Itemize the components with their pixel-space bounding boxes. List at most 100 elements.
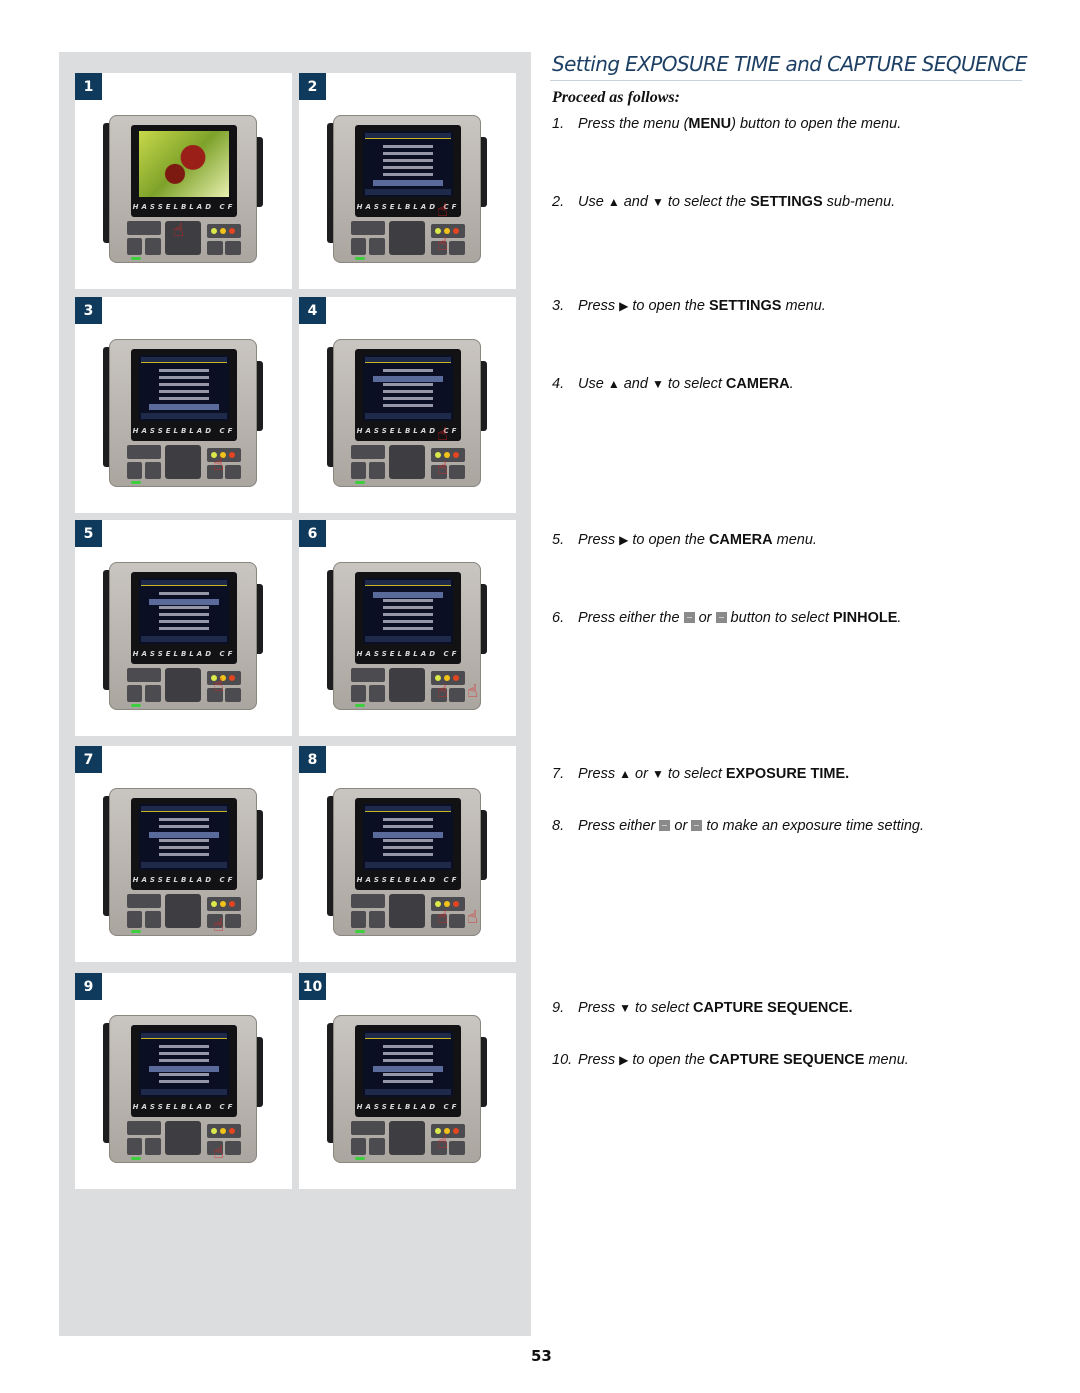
lcd-footer-bar bbox=[365, 1089, 451, 1095]
lcd-menu-row bbox=[159, 1073, 209, 1076]
emphasized-term: CAPTURE SEQUENCE. bbox=[693, 1000, 853, 1016]
emphasized-term: EXPOSURE TIME. bbox=[725, 766, 850, 782]
lcd-header-bar bbox=[365, 133, 451, 139]
device-body: HASSELBLAD CF bbox=[333, 562, 481, 710]
lcd-frame: HASSELBLAD CF bbox=[131, 349, 237, 441]
instruction-step: 4. Use ▲ and ▼ to select CAMERA. bbox=[552, 376, 794, 392]
lcd-header-bar bbox=[365, 357, 451, 363]
step-text: Use bbox=[578, 194, 608, 210]
device-body: HASSELBLAD CF bbox=[109, 788, 257, 936]
instruction-step: 5. Press ▶ to open the CAMERA menu. bbox=[552, 532, 817, 548]
arrow-down-icon: ▼ bbox=[651, 195, 664, 209]
led-green-icon bbox=[211, 1128, 217, 1134]
status-leds bbox=[207, 897, 241, 911]
step-text: to open the bbox=[628, 1052, 709, 1068]
power-indicator bbox=[131, 1157, 141, 1160]
instruction-step: 8. Press either or to make an exposure ti… bbox=[552, 818, 924, 834]
lcd-menu-row bbox=[159, 846, 209, 849]
lcd-frame: HASSELBLAD CF bbox=[131, 125, 237, 217]
lcd-menu-row bbox=[383, 397, 433, 400]
pointing-hand-icon: ☝ bbox=[213, 675, 224, 696]
lcd-menu-row bbox=[159, 1052, 209, 1055]
lcd-menu-row bbox=[373, 376, 443, 382]
navigation-pad bbox=[389, 894, 425, 928]
pointing-hand-icon: ☝ bbox=[437, 1132, 448, 1153]
step-number: 8. bbox=[552, 818, 565, 834]
lcd-menu-row bbox=[383, 404, 433, 407]
step-number: 10. bbox=[552, 1052, 573, 1068]
menu-button bbox=[127, 221, 161, 235]
lcd-frame: HASSELBLAD CF bbox=[355, 798, 461, 890]
step-text: or bbox=[694, 610, 716, 626]
plus-button bbox=[225, 241, 241, 255]
lcd-menu-row bbox=[383, 159, 433, 162]
device-body: HASSELBLAD CF bbox=[109, 339, 257, 487]
minus-button bbox=[207, 241, 223, 255]
step-number-badge: 5 bbox=[75, 520, 102, 547]
menu-button bbox=[127, 445, 161, 459]
info-button bbox=[127, 911, 142, 928]
camera-back-device: HASSELBLAD CF ☝ bbox=[103, 560, 263, 712]
status-leds bbox=[207, 1124, 241, 1138]
lcd-menu-row bbox=[159, 592, 209, 595]
camera-back-device: HASSELBLAD CF ☝ bbox=[103, 113, 263, 265]
lcd-footer-bar bbox=[141, 862, 227, 868]
lcd-header-bar bbox=[365, 806, 451, 812]
step-text: menu. bbox=[772, 532, 817, 548]
info-button bbox=[127, 1138, 142, 1155]
lcd-menu-row bbox=[383, 1080, 433, 1083]
lcd-screen bbox=[363, 1031, 453, 1097]
power-button bbox=[145, 238, 161, 255]
led-yellow-icon bbox=[220, 228, 226, 234]
step-illustration: 6 HASSELBLAD CF ☝ ☝ bbox=[299, 520, 516, 736]
menu-button bbox=[351, 221, 385, 235]
lcd-menu-row bbox=[383, 369, 433, 372]
lcd-footer-bar bbox=[141, 413, 227, 419]
lcd-frame: HASSELBLAD CF bbox=[131, 1025, 237, 1117]
lcd-footer-bar bbox=[365, 636, 451, 642]
navigation-pad bbox=[389, 221, 425, 255]
power-indicator bbox=[355, 257, 365, 260]
power-button bbox=[369, 911, 385, 928]
camera-back-device: HASSELBLAD CF ☝ bbox=[103, 1013, 263, 1165]
lcd-menu-row bbox=[149, 404, 219, 410]
arrow-up-icon: ▲ bbox=[619, 767, 631, 781]
lcd-footer-bar bbox=[141, 636, 227, 642]
device-body: HASSELBLAD CF bbox=[109, 1015, 257, 1163]
led-red-icon bbox=[453, 1128, 459, 1134]
step-text: menu. bbox=[864, 1052, 909, 1068]
step-text: menu. bbox=[781, 298, 826, 314]
lcd-menu-row bbox=[383, 846, 433, 849]
power-button bbox=[145, 911, 161, 928]
arrow-right-icon: ▶ bbox=[619, 533, 629, 547]
brand-label: HASSELBLAD CF bbox=[356, 650, 460, 658]
pointing-hand-icon: ☝ bbox=[437, 681, 448, 702]
lcd-menu-row bbox=[159, 376, 209, 379]
menu-button bbox=[351, 445, 385, 459]
pointing-hand-icon: ☝ bbox=[213, 454, 224, 475]
step-text: button to select bbox=[726, 610, 833, 626]
instruction-step: 3. Press ▶ to open the SETTINGS menu. bbox=[552, 298, 826, 314]
camera-back-device: HASSELBLAD CF ☝ ☝ bbox=[327, 337, 487, 489]
lcd-footer-bar bbox=[365, 862, 451, 868]
led-red-icon bbox=[229, 675, 235, 681]
lcd-frame: HASSELBLAD CF bbox=[355, 572, 461, 664]
menu-button bbox=[127, 1121, 161, 1135]
lcd-menu-row bbox=[159, 606, 209, 609]
step-number: 2. bbox=[552, 194, 565, 210]
step-text: to open the bbox=[628, 532, 709, 548]
pointing-hand-icon: ☝ bbox=[213, 1142, 224, 1163]
lcd-menu-row bbox=[159, 397, 209, 400]
power-indicator bbox=[355, 930, 365, 933]
lcd-header-bar bbox=[365, 580, 451, 586]
device-body: HASSELBLAD CF bbox=[333, 115, 481, 263]
lcd-frame: HASSELBLAD CF bbox=[355, 1025, 461, 1117]
lcd-screen bbox=[363, 578, 453, 644]
step-text: Press either the bbox=[578, 610, 684, 626]
led-red-icon bbox=[229, 1128, 235, 1134]
arrow-up-icon: ▲ bbox=[607, 377, 620, 391]
led-red-icon bbox=[453, 452, 459, 458]
emphasized-term: CAMERA bbox=[708, 532, 773, 548]
instruction-step: 10. Press ▶ to open the CAPTURE SEQUENCE … bbox=[552, 1052, 909, 1068]
arrow-down-icon: ▼ bbox=[619, 1001, 631, 1015]
